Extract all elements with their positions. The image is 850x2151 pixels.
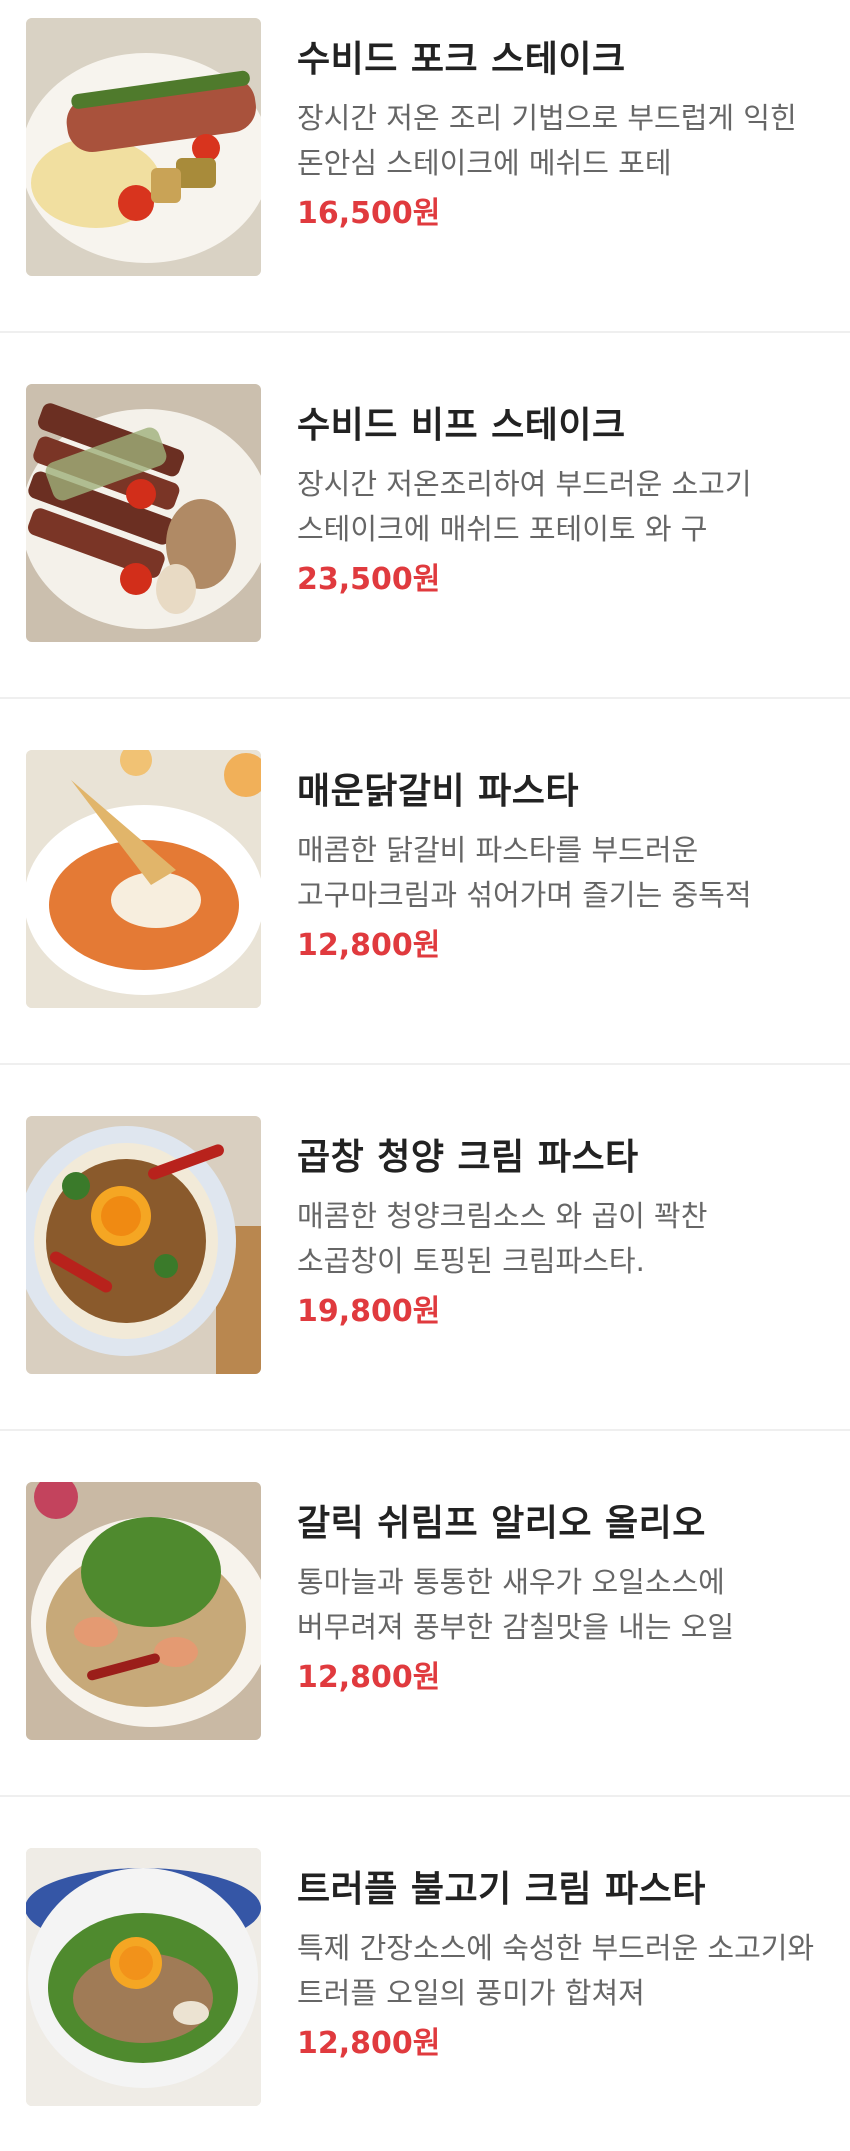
menu-item-info: 곱창 청양 크림 파스타 매콤한 청양크림소스 와 곱이 꽉찬 소곱창이 토핑된… [297, 1134, 822, 1334]
menu-item-price: 23,500원 [297, 562, 441, 597]
menu-item-price: 12,800원 [297, 2026, 441, 2061]
menu-item-description: 매콤한 청양크림소스 와 곱이 꽉찬 소곱창이 토핑된 크림파스타. [297, 1199, 708, 1278]
menu-item-price: 16,500원 [297, 196, 441, 231]
menu-item-info: 수비드 포크 스테이크 장시간 저온 조리 기법으로 부드럽게 익힌 돈안심 스… [297, 36, 822, 236]
menu-item-name: 수비드 비프 스테이크 [297, 405, 626, 446]
menu-item-beef-steak[interactable]: 수비드 비프 스테이크 장시간 저온조리하여 부드러운 소고기 스테이크에 매쉬… [0, 366, 850, 731]
garlic-shrimp-aglio-olio-photo [26, 1482, 261, 1740]
spicy-chicken-pasta-photo [26, 750, 261, 1008]
gopchang-cream-pasta-photo [26, 1116, 261, 1374]
divider [0, 1063, 850, 1065]
menu-item-garlic-shrimp[interactable]: 갈릭 쉬림프 알리오 올리오 통마늘과 통통한 새우가 오일소스에 버무려져 풍… [0, 1464, 850, 1829]
menu-item-name: 곱창 청양 크림 파스타 [297, 1137, 639, 1178]
beef-steak-photo [26, 384, 261, 642]
menu-item-info: 트러플 불고기 크림 파스타 특제 간장소스에 숙성한 부드러운 소고기와 트러… [297, 1866, 822, 2066]
menu-item-description: 통마늘과 통통한 새우가 오일소스에 버무려져 풍부한 감칠맛을 내는 오일 [297, 1565, 735, 1644]
menu-item-price: 12,800원 [297, 928, 441, 963]
menu-item-name: 갈릭 쉬림프 알리오 올리오 [297, 1503, 706, 1544]
menu-item-info: 매운닭갈비 파스타 매콤한 닭갈비 파스타를 부드러운 고구마크림과 섞어가며 … [297, 768, 822, 968]
truffle-bulgogi-pasta-photo [26, 1848, 261, 2106]
menu-item-info: 수비드 비프 스테이크 장시간 저온조리하여 부드러운 소고기 스테이크에 매쉬… [297, 402, 822, 602]
menu-item-truffle-bulgogi-pasta[interactable]: 트러플 불고기 크림 파스타 특제 간장소스에 숙성한 부드러운 소고기와 트러… [0, 1830, 850, 2151]
menu-item-price: 19,800원 [297, 1294, 441, 1329]
menu-item-info: 갈릭 쉬림프 알리오 올리오 통마늘과 통통한 새우가 오일소스에 버무려져 풍… [297, 1500, 822, 1700]
menu-item-name: 매운닭갈비 파스타 [297, 771, 579, 812]
menu-item-spicy-chicken-pasta[interactable]: 매운닭갈비 파스타 매콤한 닭갈비 파스타를 부드러운 고구마크림과 섞어가며 … [0, 732, 850, 1097]
pork-steak-photo [26, 18, 261, 276]
divider [0, 1429, 850, 1431]
divider [0, 331, 850, 333]
menu-item-description: 장시간 저온조리하여 부드러운 소고기 스테이크에 매쉬드 포테이토 와 구 [297, 467, 752, 546]
divider [0, 1795, 850, 1797]
divider [0, 697, 850, 699]
menu-item-name: 트러플 불고기 크림 파스타 [297, 1869, 706, 1910]
menu-list: 수비드 포크 스테이크 장시간 저온 조리 기법으로 부드럽게 익힌 돈안심 스… [0, 0, 850, 2151]
menu-item-description: 장시간 저온 조리 기법으로 부드럽게 익힌 돈안심 스테이크에 메쉬드 포테 [297, 101, 797, 180]
menu-item-gopchang-pasta[interactable]: 곱창 청양 크림 파스타 매콤한 청양크림소스 와 곱이 꽉찬 소곱창이 토핑된… [0, 1098, 850, 1463]
menu-item-name: 수비드 포크 스테이크 [297, 39, 626, 80]
menu-item-description: 특제 간장소스에 숙성한 부드러운 소고기와 트러플 오일의 풍미가 합쳐져 [297, 1931, 815, 2010]
menu-item-pork-steak[interactable]: 수비드 포크 스테이크 장시간 저온 조리 기법으로 부드럽게 익힌 돈안심 스… [0, 0, 850, 365]
menu-item-description: 매콤한 닭갈비 파스타를 부드러운 고구마크림과 섞어가며 즐기는 중독적 [297, 833, 752, 912]
menu-item-price: 12,800원 [297, 1660, 441, 1695]
